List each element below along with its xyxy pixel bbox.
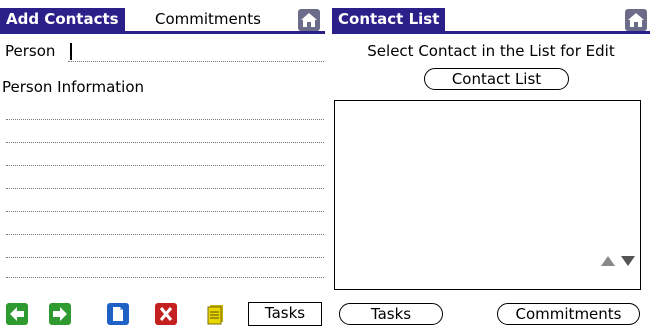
tab-add-contacts[interactable]: Add Contacts [0,8,125,31]
commitments-button[interactable]: Commitments [497,303,640,325]
home-icon[interactable] [625,9,647,31]
scroll-down-icon[interactable] [620,252,636,271]
tab-commitments[interactable]: Commitments [149,8,267,31]
contact-list-button[interactable]: Contact List [424,68,569,90]
contact-instruction-text: Select Contact in the List for Edit [367,42,615,60]
person-input-underline[interactable] [68,61,324,62]
info-line [6,119,324,120]
info-line [6,142,324,143]
back-arrow-icon[interactable] [6,303,28,325]
forward-arrow-icon[interactable] [49,303,71,325]
left-tasks-button[interactable]: Tasks [248,302,322,326]
notes-icon[interactable] [205,303,227,325]
info-line [6,188,324,189]
info-line [6,234,324,235]
person-information-field[interactable] [6,112,324,282]
person-label: Person [5,42,56,60]
info-line [6,257,324,258]
title-rule-left [0,31,325,34]
contact-list-box[interactable] [334,100,641,290]
person-text-cursor [70,43,72,60]
info-line [6,165,324,166]
home-icon[interactable] [298,9,320,31]
title-rule-right [332,31,650,34]
info-line [6,211,324,212]
right-tasks-button[interactable]: Tasks [339,303,443,325]
contact-list-title: Contact List [332,8,446,31]
person-information-label: Person Information [2,78,145,96]
info-line [6,277,324,278]
new-document-icon[interactable] [107,303,129,325]
scroll-up-icon[interactable] [600,252,616,271]
delete-icon[interactable] [155,303,177,325]
